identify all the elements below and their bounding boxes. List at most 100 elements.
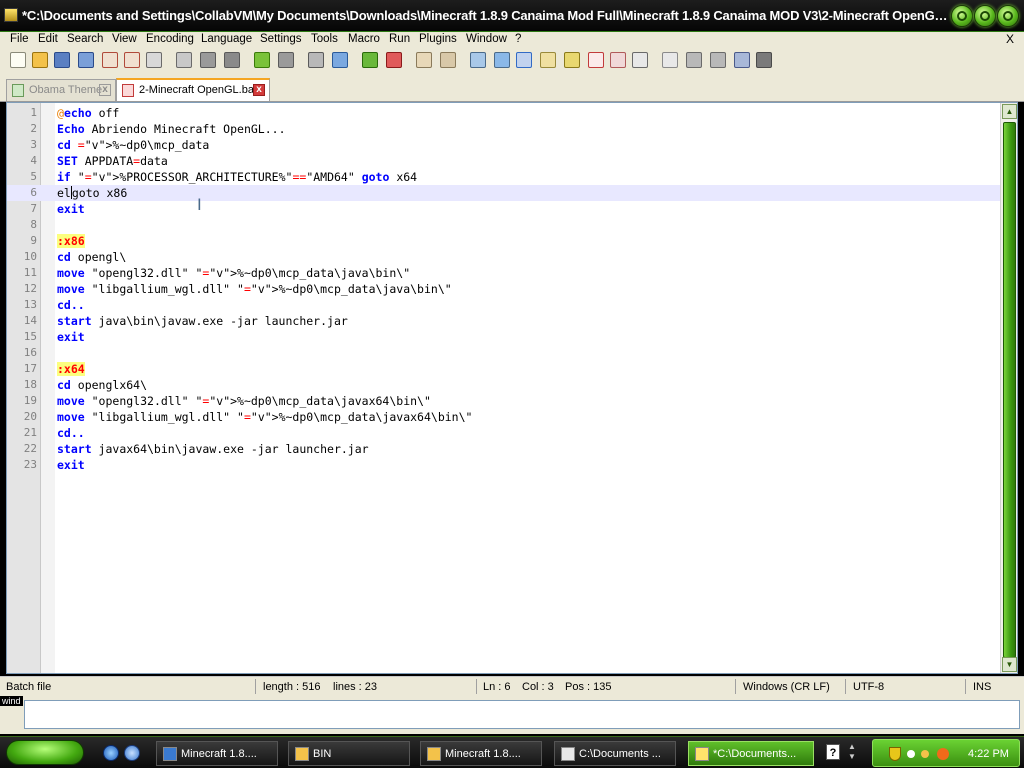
code-line[interactable]: 14 start java\bin\javaw.exe -jar launcher… [7,313,1001,329]
code-editor[interactable]: 1 @echo off 2 Echo Abriendo Minecraft OpenG… [6,102,1018,674]
save-macro-icon[interactable] [756,52,772,68]
code-line[interactable]: 8 [7,217,1001,233]
menu-plugins[interactable]: Plugins [419,33,457,45]
menu-encoding[interactable]: Encoding [146,33,194,45]
taskbar-button-7zip[interactable]: C:\Documents ... [554,741,676,766]
maximize-button[interactable] [974,5,996,27]
record-macro-icon[interactable] [662,52,678,68]
folder-workspace-icon[interactable] [610,52,626,68]
folder-icon [427,747,441,761]
menu-tools[interactable]: Tools [311,33,338,45]
help-icon[interactable]: ? [826,744,840,760]
code-line[interactable]: 23 exit [7,457,1001,473]
menu-edit[interactable]: Edit [38,33,58,45]
menu-window[interactable]: Window [466,33,507,45]
scroll-down-icon[interactable]: ▼ [1002,657,1017,672]
open-file-icon[interactable] [32,52,48,68]
status-divider [476,679,477,694]
security-shield-icon[interactable] [889,747,901,761]
play-macro-icon[interactable] [710,52,726,68]
paste-icon[interactable] [224,52,240,68]
close-window-button[interactable] [997,5,1019,27]
copy-icon[interactable] [200,52,216,68]
code-line[interactable]: 17:x64 [7,361,1001,377]
undo-icon[interactable] [254,52,270,68]
code-line[interactable]: 10 cd opengl\ [7,249,1001,265]
code-line[interactable]: 1 @echo off [7,105,1001,121]
internet-explorer-icon[interactable] [103,745,119,761]
menu-search[interactable]: Search [67,33,103,45]
title-bar[interactable]: *C:\Documents and Settings\CollabVM\My D… [0,0,1024,32]
document-map-icon[interactable] [564,52,580,68]
search-icon[interactable] [937,748,949,760]
volume-icon[interactable] [921,750,929,758]
code-line[interactable]: 13 cd.. [7,297,1001,313]
run-macro-multiple-icon[interactable] [734,52,750,68]
menu-macro[interactable]: Macro [348,33,380,45]
word-wrap-icon[interactable] [470,52,486,68]
code-line[interactable]: 22 start javax64\bin\javaw.exe -jar launc… [7,441,1001,457]
close-all-icon[interactable] [124,52,140,68]
user-language-icon[interactable] [540,52,556,68]
sync-vertical-icon[interactable] [416,52,432,68]
taskbar-button-bin[interactable]: BIN [288,741,410,766]
tab-obama-theme[interactable]: Obama Theme x [6,79,116,101]
code-line[interactable]: 21 cd.. [7,425,1001,441]
command-input[interactable] [24,700,1020,729]
taskbar-button-minecraft-folder[interactable]: Minecraft 1.8.... [420,741,542,766]
indent-guide-icon[interactable] [516,52,532,68]
taskbar-button-notepad-active[interactable]: *C:\Documents... [688,741,814,766]
code-line[interactable]: 20 move "libgallium_wgl.dll" "="v">%~dp0\… [7,409,1001,425]
show-all-chars-icon[interactable] [494,52,510,68]
tab-minecraft-opengl-bat[interactable]: 2-Minecraft OpenGL.bat x [116,78,270,101]
code-line[interactable]: 6 elgoto x86 [7,185,1001,201]
close-document-button[interactable]: X [1006,32,1014,46]
scrollbar-thumb[interactable] [1003,122,1016,658]
vertical-scrollbar[interactable]: ▲ ▼ [1000,103,1017,673]
stop-macro-icon[interactable] [686,52,702,68]
menu-settings[interactable]: Settings [260,33,302,45]
monitoring-icon[interactable] [632,52,648,68]
browser-icon[interactable] [124,745,140,761]
code-line[interactable]: 3 cd ="v">%~dp0\mcp_data [7,137,1001,153]
zoom-out-icon[interactable] [386,52,402,68]
cut-icon[interactable] [176,52,192,68]
code-line[interactable]: 2 Echo Abriendo Minecraft OpenGL... [7,121,1001,137]
network-icon[interactable] [907,750,915,758]
code-line[interactable]: 18 cd openglx64\ [7,377,1001,393]
code-line[interactable]: 9:x86 [7,233,1001,249]
print-icon[interactable] [146,52,162,68]
code-text: move "libgallium_wgl.dll" "="v">%~dp0\mc… [57,282,452,296]
code-line[interactable]: 16 [7,345,1001,361]
replace-icon[interactable] [332,52,348,68]
code-line[interactable]: 12 move "libgallium_wgl.dll" "="v">%~dp0\… [7,281,1001,297]
line-number: 4 [30,154,37,167]
chevron-up-down-icon[interactable]: ▲ ▼ [848,742,856,762]
code-line[interactable]: 15 exit [7,329,1001,345]
close-tab-icon[interactable]: x [253,84,265,96]
taskbar-button-minecraft[interactable]: Minecraft 1.8.... [156,741,278,766]
code-line[interactable]: 19 move "opengl32.dll" "="v">%~dp0\mcp_da… [7,393,1001,409]
menu-run[interactable]: Run [389,33,410,45]
menu-view[interactable]: View [112,33,137,45]
save-icon[interactable] [54,52,70,68]
zoom-in-icon[interactable] [362,52,378,68]
sync-horizontal-icon[interactable] [440,52,456,68]
menu-file[interactable]: File [10,33,29,45]
save-all-icon[interactable] [78,52,94,68]
close-tab-icon[interactable]: x [99,84,111,96]
code-line[interactable]: 7 exit [7,201,1001,217]
function-list-icon[interactable] [588,52,604,68]
code-line[interactable]: 11 move "opengl32.dll" "="v">%~dp0\mcp_da… [7,265,1001,281]
minimize-button[interactable] [951,5,973,27]
start-button[interactable] [6,740,84,765]
menu-language[interactable]: Language [201,33,252,45]
code-line[interactable]: 4 SET APPDATA=data [7,153,1001,169]
redo-icon[interactable] [278,52,294,68]
code-line[interactable]: 5 if "="v">%PROCESSOR_ARCHITECTURE%"=="AM… [7,169,1001,185]
scroll-up-icon[interactable]: ▲ [1002,104,1017,119]
close-file-icon[interactable] [102,52,118,68]
find-icon[interactable] [308,52,324,68]
menu-help[interactable]: ? [515,33,521,45]
new-file-icon[interactable] [10,52,26,68]
